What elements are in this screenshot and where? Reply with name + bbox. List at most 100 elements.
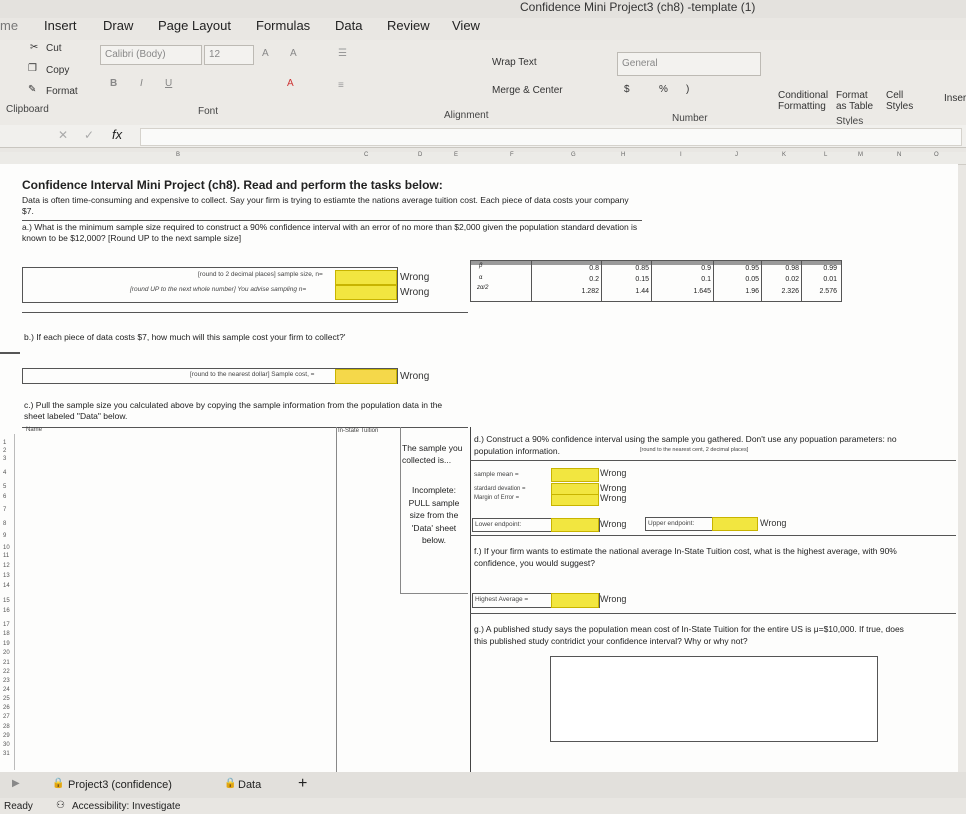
- number-format-dropdown[interactable]: General: [617, 52, 761, 76]
- row-number[interactable]: 8: [3, 521, 6, 527]
- row-number[interactable]: 5: [3, 484, 6, 490]
- tab-draw[interactable]: Draw: [103, 18, 133, 33]
- row-number[interactable]: 14: [3, 583, 10, 589]
- tab-formulas[interactable]: Formulas: [256, 18, 310, 33]
- add-sheet-button[interactable]: +: [298, 775, 307, 793]
- row-number[interactable]: 12: [3, 563, 10, 569]
- sample-cost-input[interactable]: [335, 369, 397, 384]
- column-header-m[interactable]: M: [858, 152, 863, 158]
- wrap-text-button[interactable]: Wrap Text: [492, 57, 537, 68]
- cut-button[interactable]: Cut: [46, 43, 62, 54]
- column-header-e[interactable]: E: [454, 152, 458, 158]
- row-number[interactable]: 16: [3, 608, 10, 614]
- comma-button[interactable]: ): [686, 84, 689, 95]
- column-header-b[interactable]: B: [176, 152, 180, 158]
- sample-mean-input[interactable]: [551, 468, 599, 482]
- column-header-h[interactable]: H: [621, 152, 625, 158]
- bold-button[interactable]: B: [110, 78, 117, 89]
- column-header-l[interactable]: L: [824, 152, 827, 158]
- row-number[interactable]: 13: [3, 573, 10, 579]
- cell-styles-button[interactable]: Cell Styles: [886, 90, 916, 112]
- question-g-answer-box[interactable]: [550, 656, 878, 742]
- align-left-icon[interactable]: ≡: [338, 80, 344, 91]
- underline-button[interactable]: U: [165, 78, 172, 89]
- tab-view[interactable]: View: [452, 18, 480, 33]
- sheet-tab-data[interactable]: Data: [238, 779, 261, 791]
- column-header-d[interactable]: D: [418, 152, 422, 158]
- tab-data[interactable]: Data: [335, 18, 362, 33]
- column-header-n[interactable]: N: [897, 152, 901, 158]
- column-header-o[interactable]: O: [934, 152, 939, 158]
- row-number[interactable]: 30: [3, 742, 10, 748]
- row-number[interactable]: 27: [3, 714, 10, 720]
- font-name-dropdown[interactable]: Calibri (Body): [100, 45, 202, 65]
- sample-size-input[interactable]: [335, 270, 397, 285]
- copy-icon[interactable]: ❐: [28, 63, 37, 74]
- column-header-i[interactable]: I: [680, 152, 682, 158]
- row-number[interactable]: 28: [3, 724, 10, 730]
- row-number[interactable]: 18: [3, 631, 10, 637]
- row-number[interactable]: 2: [3, 448, 6, 454]
- column-header-f[interactable]: F: [510, 152, 514, 158]
- font-size-dropdown[interactable]: 12: [204, 45, 254, 65]
- column-header-c[interactable]: C: [364, 152, 368, 158]
- row-number[interactable]: 9: [3, 533, 6, 539]
- merge-center-button[interactable]: Merge & Center: [492, 85, 563, 96]
- row-number[interactable]: 29: [3, 733, 10, 739]
- scroll-tabs-icon[interactable]: ▶: [12, 778, 20, 789]
- grow-font-button[interactable]: A: [262, 48, 269, 59]
- format-painter-icon[interactable]: ✎: [28, 84, 36, 95]
- column-header-g[interactable]: G: [571, 152, 576, 158]
- format-painter-button[interactable]: Format: [46, 86, 78, 97]
- formula-input[interactable]: [140, 128, 962, 146]
- row-number[interactable]: 17: [3, 622, 10, 628]
- tab-review[interactable]: Review: [387, 18, 430, 33]
- row-number[interactable]: 1: [3, 440, 6, 446]
- row-number[interactable]: 6: [3, 494, 6, 500]
- row-number[interactable]: 22: [3, 669, 10, 675]
- format-as-table-button[interactable]: Format as Table: [836, 90, 876, 112]
- accessibility-status[interactable]: Accessibility: Investigate: [72, 801, 180, 812]
- row-number[interactable]: 3: [3, 456, 6, 462]
- row-number[interactable]: 19: [3, 641, 10, 647]
- row-number[interactable]: 4: [3, 470, 6, 476]
- row-number[interactable]: 24: [3, 687, 10, 693]
- column-header-j[interactable]: J: [735, 152, 738, 158]
- row-number[interactable]: 11: [3, 553, 9, 559]
- align-top-icon[interactable]: ☰: [338, 48, 347, 59]
- margin-error-input[interactable]: [551, 494, 599, 506]
- tab-page-layout[interactable]: Page Layout: [158, 18, 231, 33]
- italic-button[interactable]: I: [140, 78, 143, 89]
- row-number[interactable]: 23: [3, 678, 10, 684]
- row-number[interactable]: 7: [3, 507, 6, 513]
- row-number[interactable]: 15: [3, 598, 10, 604]
- lower-endpoint-input[interactable]: [551, 518, 599, 532]
- cancel-icon[interactable]: ✕: [58, 128, 68, 142]
- highest-average-input[interactable]: [551, 593, 599, 608]
- shrink-font-button[interactable]: A: [290, 48, 297, 59]
- row-number[interactable]: 26: [3, 705, 10, 711]
- advise-sampling-label: [round UP to the next whole number] You …: [130, 286, 307, 293]
- advise-sampling-input[interactable]: [335, 285, 397, 300]
- z-table-beta-1: 0.8: [589, 265, 599, 272]
- cut-icon[interactable]: ✂: [30, 42, 38, 53]
- upper-endpoint-input[interactable]: [712, 517, 758, 531]
- worksheet[interactable]: Confidence Interval Mini Project (ch8). …: [0, 164, 958, 772]
- percent-button[interactable]: %: [659, 84, 668, 95]
- insert-cells-button[interactable]: Inser: [944, 93, 966, 104]
- row-number[interactable]: 21: [3, 660, 10, 666]
- row-number[interactable]: 20: [3, 650, 10, 656]
- sheet-tab-project3[interactable]: Project3 (confidence): [68, 779, 172, 791]
- row-number[interactable]: 31: [3, 751, 10, 757]
- tab-insert[interactable]: Insert: [44, 18, 77, 33]
- conditional-formatting-button[interactable]: Conditional Formatting: [778, 90, 838, 112]
- copy-button[interactable]: Copy: [46, 65, 69, 76]
- column-header-k[interactable]: K: [782, 152, 786, 158]
- row-number[interactable]: 25: [3, 696, 10, 702]
- function-button[interactable]: fx: [112, 127, 122, 142]
- currency-button[interactable]: $: [624, 84, 630, 95]
- tab-home[interactable]: me: [0, 18, 18, 33]
- row-number[interactable]: 10: [3, 545, 10, 551]
- enter-icon[interactable]: ✓: [84, 128, 94, 142]
- font-color-button[interactable]: A: [287, 78, 294, 89]
